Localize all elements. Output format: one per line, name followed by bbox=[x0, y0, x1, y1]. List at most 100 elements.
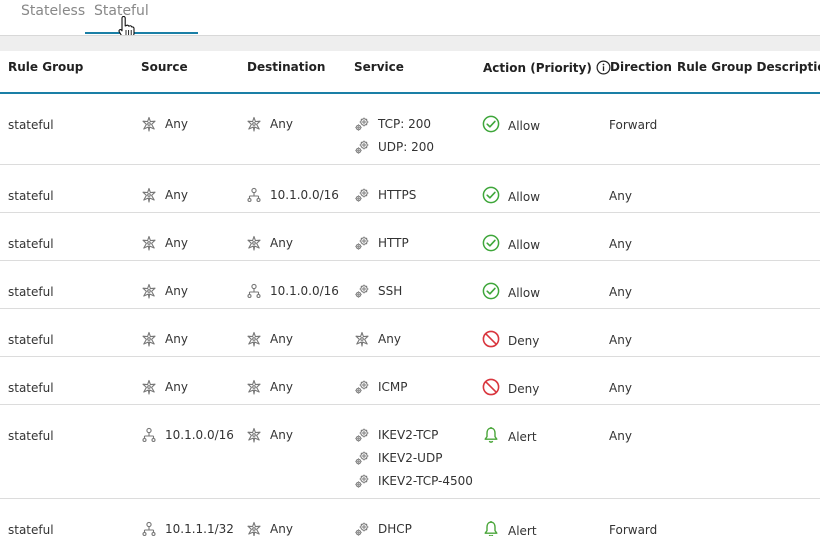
any-icon bbox=[141, 331, 157, 347]
rule-group-cell: stateful bbox=[8, 118, 54, 132]
tab-stateless[interactable]: Stateless bbox=[21, 3, 85, 19]
destination-value: Any bbox=[270, 428, 293, 442]
gear-icon bbox=[354, 116, 370, 132]
source-value: 10.1.0.0/16 bbox=[165, 428, 234, 442]
action-cell: Allow bbox=[482, 115, 540, 133]
service-item: HTTP bbox=[354, 231, 409, 254]
destination-value: 10.1.0.0/16 bbox=[270, 188, 339, 202]
destination-value: Any bbox=[270, 380, 293, 394]
destination-cell: Any bbox=[246, 235, 293, 251]
check-circle-icon bbox=[482, 186, 500, 204]
source-cell: Any bbox=[141, 283, 188, 299]
column-header-description[interactable]: Rule Group Description bbox=[677, 60, 820, 74]
service-label: UDP: 200 bbox=[378, 139, 435, 154]
action-cell: Allow bbox=[482, 186, 540, 204]
rule-group-cell: stateful bbox=[8, 333, 54, 347]
action-value: Alert bbox=[508, 429, 537, 444]
any-icon bbox=[141, 235, 157, 251]
service-cell: HTTP bbox=[354, 231, 409, 254]
gear-icon bbox=[354, 187, 370, 203]
service-label: IKEV2-TCP-4500 bbox=[378, 473, 473, 488]
service-item: SSH bbox=[354, 279, 402, 302]
any-icon bbox=[246, 521, 262, 536]
action-cell: Alert bbox=[482, 520, 537, 536]
column-header-service[interactable]: Service bbox=[354, 60, 404, 74]
service-label: HTTP bbox=[378, 235, 409, 250]
source-value: Any bbox=[165, 188, 188, 202]
service-cell: TCP: 200 UDP: 200 bbox=[354, 112, 434, 158]
any-icon bbox=[141, 116, 157, 132]
source-cell: Any bbox=[141, 116, 188, 132]
destination-cell: Any bbox=[246, 116, 293, 132]
source-cell: Any bbox=[141, 235, 188, 251]
direction-cell: Any bbox=[609, 237, 632, 251]
any-icon bbox=[246, 235, 262, 251]
direction-cell: Any bbox=[609, 285, 632, 299]
table-row[interactable]: stateful Any Any HTTP Allow Any bbox=[0, 213, 820, 261]
action-value: Allow bbox=[508, 118, 541, 133]
network-icon bbox=[246, 187, 262, 203]
destination-value: Any bbox=[270, 236, 293, 250]
direction-cell: Any bbox=[609, 381, 632, 395]
direction-cell: Any bbox=[609, 333, 632, 347]
source-cell: Any bbox=[141, 331, 188, 347]
destination-cell: Any bbox=[246, 521, 293, 536]
no-entry-icon bbox=[482, 330, 500, 348]
rule-group-cell: stateful bbox=[8, 189, 54, 203]
any-icon bbox=[141, 379, 157, 395]
action-value: Deny bbox=[508, 381, 540, 396]
table-row[interactable]: stateful Any Any Any Deny Any bbox=[0, 309, 820, 357]
action-value: Allow bbox=[508, 189, 541, 204]
info-icon[interactable] bbox=[596, 60, 611, 75]
direction-cell: Any bbox=[609, 429, 632, 443]
service-cell: SSH bbox=[354, 279, 402, 302]
service-label: TCP: 200 bbox=[378, 116, 432, 131]
action-cell: Allow bbox=[482, 282, 540, 300]
service-item: Any bbox=[354, 327, 401, 350]
rule-group-cell: stateful bbox=[8, 523, 54, 536]
destination-value: Any bbox=[270, 332, 293, 346]
gear-icon bbox=[354, 521, 370, 536]
table-row[interactable]: stateful Any 10.1.0.0/16 HTTPS Allow Any bbox=[0, 165, 820, 213]
gear-icon bbox=[354, 283, 370, 299]
gear-icon bbox=[354, 427, 370, 443]
tab-bar: Stateless Stateful bbox=[0, 0, 820, 40]
source-cell: 10.1.1.1/32 bbox=[141, 521, 234, 536]
direction-cell: Forward bbox=[609, 118, 658, 132]
check-circle-icon bbox=[482, 234, 500, 252]
service-label: SSH bbox=[378, 283, 403, 298]
service-label: IKEV2-UDP bbox=[378, 450, 443, 465]
source-cell: Any bbox=[141, 187, 188, 203]
destination-cell: 10.1.0.0/16 bbox=[246, 283, 339, 299]
check-circle-icon bbox=[482, 282, 500, 300]
column-header-source[interactable]: Source bbox=[141, 60, 188, 74]
service-label: ICMP bbox=[378, 379, 408, 394]
table-row[interactable]: stateful Any Any TCP: 200 UDP: 200 Allow Forwa… bbox=[0, 94, 820, 165]
source-value: Any bbox=[165, 117, 188, 131]
active-tab-indicator bbox=[85, 32, 198, 34]
service-label: IKEV2-TCP bbox=[378, 427, 439, 442]
check-circle-icon bbox=[482, 115, 500, 133]
action-cell: Alert bbox=[482, 426, 537, 444]
table-row[interactable]: stateful 10.1.0.0/16 Any IKEV2-TCP IKEV2-UDP… bbox=[0, 405, 820, 499]
column-header-direction[interactable]: Direction bbox=[610, 60, 672, 74]
action-cell: Deny bbox=[482, 378, 539, 396]
column-header-action[interactable]: Action (Priority) bbox=[483, 60, 611, 75]
source-value: Any bbox=[165, 332, 188, 346]
service-item: IKEV2-TCP bbox=[354, 423, 473, 446]
rule-group-cell: stateful bbox=[8, 381, 54, 395]
destination-cell: Any bbox=[246, 331, 293, 347]
table-row[interactable]: stateful Any 10.1.0.0/16 SSH Allow Any bbox=[0, 261, 820, 309]
no-entry-icon bbox=[482, 378, 500, 396]
service-item: IKEV2-UDP bbox=[354, 446, 473, 469]
destination-value: 10.1.0.0/16 bbox=[270, 284, 339, 298]
column-header-destination[interactable]: Destination bbox=[247, 60, 325, 74]
column-header-action-label: Action (Priority) bbox=[483, 61, 592, 75]
table-row[interactable]: stateful 10.1.1.1/32 Any DHCP Alert Forward bbox=[0, 499, 820, 536]
service-cell: DHCP bbox=[354, 517, 412, 536]
network-icon bbox=[141, 427, 157, 443]
column-header-rule-group[interactable]: Rule Group bbox=[8, 60, 83, 74]
table-row[interactable]: stateful Any Any ICMP Deny Any bbox=[0, 357, 820, 405]
any-icon bbox=[246, 116, 262, 132]
source-value: Any bbox=[165, 284, 188, 298]
